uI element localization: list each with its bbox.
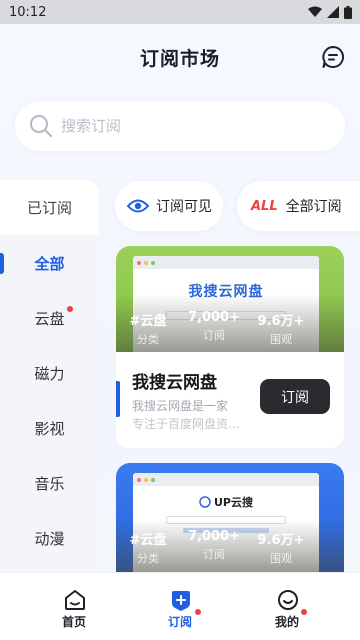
status-time: 10:12 bbox=[9, 4, 47, 20]
sidebar-item-label: 音乐 bbox=[34, 475, 65, 493]
card-banner: UP云搜 #云盘 分类 7,000+ 订阅 9.6万+ 围观 bbox=[116, 463, 344, 572]
sidebar-item-label: 云盘 bbox=[34, 310, 65, 328]
stat-subscriptions: 7,000+ 订阅 bbox=[187, 310, 240, 342]
sidebar-item-music[interactable]: 音乐 bbox=[0, 456, 99, 511]
filter-label: 订阅可见 bbox=[156, 199, 212, 215]
profile-face-icon bbox=[278, 590, 298, 610]
eye-icon bbox=[127, 199, 149, 213]
home-icon bbox=[65, 590, 85, 610]
card-description: 我搜云网盘是一家 bbox=[132, 399, 229, 413]
all-icon: ALL bbox=[251, 198, 278, 214]
tab-label: 订阅 bbox=[167, 615, 192, 629]
signal-icon bbox=[327, 6, 339, 18]
tab-label: 首页 bbox=[61, 615, 86, 629]
search-icon bbox=[30, 115, 52, 137]
search-input[interactable] bbox=[61, 117, 321, 135]
message-icon bbox=[322, 46, 344, 68]
subscribe-icon bbox=[172, 591, 190, 611]
sidebar-item-movies[interactable]: 影视 bbox=[0, 401, 99, 456]
card-accent-bar bbox=[116, 381, 120, 417]
stat-category: #云盘 分类 bbox=[129, 533, 167, 565]
sidebar-item-subscribed[interactable]: 已订阅 bbox=[0, 180, 99, 235]
stat-views: 9.6万+ 围观 bbox=[257, 314, 305, 346]
sidebar-item-label: 动漫 bbox=[34, 530, 65, 548]
filter-label: 全部订阅 bbox=[285, 199, 342, 215]
category-sidebar: 已订阅 全部 云盘 磁力 影视 音乐 动漫 bbox=[0, 180, 99, 572]
status-icons bbox=[308, 5, 352, 19]
filter-visible-subscriptions[interactable]: 订阅可见 bbox=[115, 181, 223, 231]
sidebar-item-label: 全部 bbox=[34, 255, 65, 273]
sidebar-item-all[interactable]: 全部 bbox=[0, 236, 99, 291]
tab-home[interactable]: 首页 bbox=[34, 573, 114, 640]
wifi-icon bbox=[308, 6, 322, 17]
search-bar[interactable] bbox=[15, 101, 345, 151]
sidebar-item-label: 磁力 bbox=[34, 365, 65, 383]
screenshot-toolbar bbox=[133, 256, 319, 269]
header: 订阅市场 bbox=[0, 24, 360, 90]
subscription-card[interactable]: 我搜云网盘 #云盘 分类 7,000+ 订阅 9.6万+ 围观 我搜云网盘 我搜… bbox=[116, 246, 344, 448]
tab-subscribe[interactable]: 订阅 bbox=[140, 573, 220, 640]
sidebar-item-cloud[interactable]: 云盘 bbox=[0, 291, 99, 346]
screenshot-toolbar bbox=[133, 473, 319, 486]
subscribe-button[interactable]: 订阅 bbox=[260, 379, 330, 414]
sidebar-item-anime[interactable]: 动漫 bbox=[0, 511, 99, 566]
sidebar-item-label: 影视 bbox=[34, 420, 65, 438]
screenshot-title: UP云搜 bbox=[214, 496, 253, 509]
notification-dot bbox=[67, 306, 73, 312]
tab-label: 我的 bbox=[274, 615, 299, 629]
filter-all-subscriptions[interactable]: ALL 全部订阅 bbox=[237, 181, 360, 231]
stat-views: 9.6万+ 围观 bbox=[257, 533, 305, 565]
card-description-cont: 专注于百度网盘资... bbox=[132, 417, 240, 431]
sidebar-item-magnet[interactable]: 磁力 bbox=[0, 346, 99, 401]
bottom-tab-bar: 首页 订阅 我的 bbox=[0, 572, 360, 640]
screenshot-logo: UP云搜 bbox=[133, 494, 319, 510]
status-bar: 10:12 bbox=[0, 0, 360, 24]
card-title: 我搜云网盘 bbox=[132, 373, 217, 393]
tab-mine[interactable]: 我的 bbox=[247, 573, 327, 640]
search-icon bbox=[199, 496, 211, 508]
page-title: 订阅市场 bbox=[139, 48, 220, 70]
card-banner: 我搜云网盘 #云盘 分类 7,000+ 订阅 9.6万+ 围观 bbox=[116, 246, 344, 352]
message-button[interactable] bbox=[320, 44, 346, 70]
subscription-card[interactable]: UP云搜 #云盘 分类 7,000+ 订阅 9.6万+ 围观 bbox=[116, 463, 344, 572]
stat-subscriptions: 7,000+ 订阅 bbox=[187, 529, 240, 561]
stat-category: #云盘 分类 bbox=[129, 314, 167, 346]
battery-icon bbox=[344, 5, 352, 19]
